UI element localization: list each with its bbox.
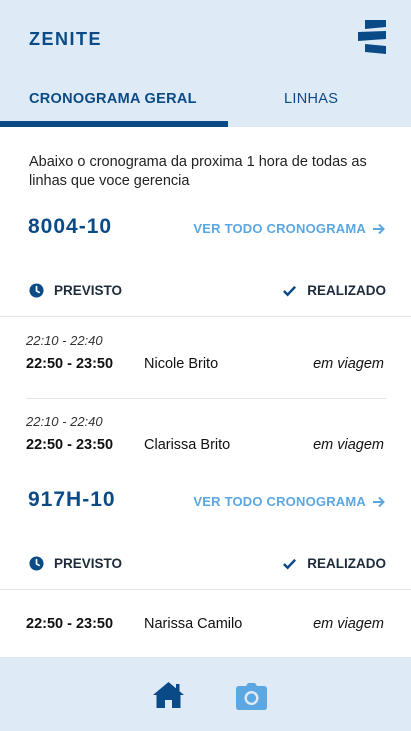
app-header: ZENITE CRONOGRAMA GERAL LINHAS bbox=[0, 0, 411, 127]
arrow-right-icon bbox=[373, 223, 385, 234]
legend-realizado-label: REALIZADO bbox=[307, 283, 386, 298]
home-icon[interactable] bbox=[152, 681, 185, 709]
intro-text: Abaixo o cronograma da proxima 1 hora de… bbox=[29, 154, 367, 189]
arrow-right-icon bbox=[373, 496, 385, 507]
tab-linhas[interactable]: LINHAS bbox=[284, 91, 338, 107]
check-icon bbox=[283, 558, 297, 570]
ver-todo-cronograma-link[interactable]: VER TODO CRONOGRAMA bbox=[193, 494, 386, 509]
zenite-logo-icon bbox=[358, 20, 386, 54]
trip-actual-time: 22:50 - 23:50 bbox=[26, 616, 114, 632]
clock-icon bbox=[29, 283, 44, 298]
active-tab-indicator bbox=[0, 121, 228, 127]
bottom-navigation bbox=[0, 657, 411, 731]
trip-status: em viagem bbox=[313, 356, 384, 372]
ver-todo-cronograma-label: VER TODO CRONOGRAMA bbox=[193, 494, 366, 509]
legend-previsto: PREVISTO bbox=[29, 283, 122, 298]
ver-todo-cronograma-link[interactable]: VER TODO CRONOGRAMA bbox=[193, 221, 386, 236]
legend-realizado: REALIZADO bbox=[282, 283, 386, 298]
app-title: ZENITE bbox=[29, 29, 103, 49]
trip-status: em viagem bbox=[313, 437, 384, 453]
trip-actual-time: 22:50 - 23:50 bbox=[26, 356, 114, 372]
camera-icon[interactable] bbox=[236, 683, 267, 710]
legend-previsto: PREVISTO bbox=[29, 556, 122, 571]
trip-driver: Clarissa Brito bbox=[144, 437, 231, 453]
trip-planned-time: 22:10 - 22:40 bbox=[26, 333, 103, 348]
line-code: 917H-10 bbox=[28, 488, 116, 511]
check-icon bbox=[283, 285, 297, 297]
tab-cronograma-geral[interactable]: CRONOGRAMA GERAL bbox=[29, 91, 197, 107]
trip-status: em viagem bbox=[313, 616, 384, 632]
legend-realizado-label: REALIZADO bbox=[307, 556, 386, 571]
section-divider bbox=[0, 316, 411, 317]
legend-previsto-label: PREVISTO bbox=[54, 556, 123, 571]
line-code: 8004-10 bbox=[28, 215, 113, 238]
clock-icon bbox=[29, 556, 44, 571]
trip-driver: Nicole Brito bbox=[144, 356, 219, 372]
ver-todo-cronograma-label: VER TODO CRONOGRAMA bbox=[193, 221, 366, 236]
legend-realizado: REALIZADO bbox=[282, 556, 386, 571]
trip-driver: Narissa Camilo bbox=[144, 616, 243, 632]
legend-previsto-label: PREVISTO bbox=[54, 283, 123, 298]
row-divider bbox=[26, 398, 386, 399]
trip-actual-time: 22:50 - 23:50 bbox=[26, 437, 114, 453]
section-divider bbox=[0, 589, 411, 590]
trip-planned-time: 22:10 - 22:40 bbox=[26, 414, 103, 429]
